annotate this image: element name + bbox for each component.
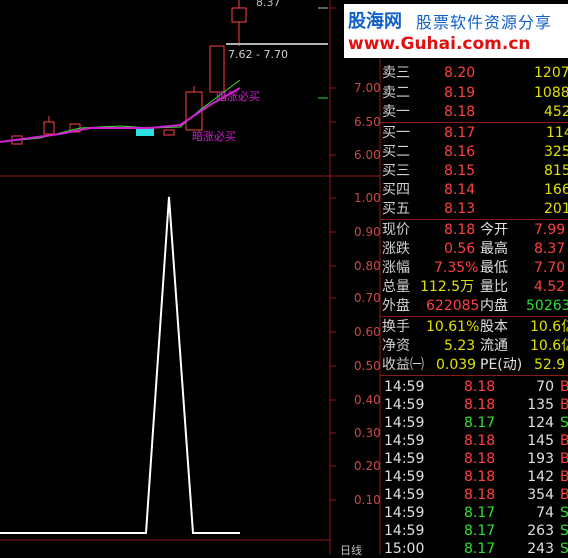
watermark-brand: 股海网 [348, 11, 402, 32]
bid-row[interactable]: 买二 8.16 325 [380, 143, 568, 162]
tick-price: 8.17 [464, 415, 496, 431]
stat-row: 收益㈠ 0.039 PE(动) 52.9 [382, 357, 566, 373]
tick-time: 14:59 [384, 523, 425, 539]
stat-row: 外盘 622085 内盘 502637 [382, 298, 568, 314]
tick-side: S [560, 415, 568, 431]
tick-volume: 142 [527, 469, 554, 485]
tick-row[interactable]: 14:59 8.18 145 B [380, 432, 568, 450]
tick-side: B [560, 397, 568, 413]
price-axis-label: 8.37 [256, 0, 281, 9]
tick-price: 8.18 [464, 451, 496, 467]
tick-side: S [560, 523, 568, 539]
candle [136, 128, 154, 136]
tick-row[interactable]: 14:59 8.18 135 B [380, 396, 568, 414]
stat-row: 现价 8.18 今开 7.99 [382, 222, 566, 238]
tick-time: 14:59 [384, 487, 425, 503]
indicator-axis-label: 0.40 [354, 393, 381, 407]
tick-row[interactable]: 15:00 8.17 243 S [380, 540, 568, 558]
range-annotation: 7.62 - 7.70 [228, 48, 288, 61]
tick-side: S [560, 505, 568, 521]
indicator-axis-label: 0.60 [354, 325, 381, 339]
tick-volume: 354 [527, 487, 554, 503]
signal-label: 暗涨必买 [192, 130, 236, 143]
watermark: 股海网 股票软件资源分享 www.Guhai.com.cn [344, 4, 568, 58]
tick-row[interactable]: 14:59 8.18 193 B [380, 450, 568, 468]
tick-price: 8.18 [464, 397, 496, 413]
stat-row: 净资 5.23 流通 10.6亿 [382, 338, 568, 354]
tick-volume: 263 [527, 523, 554, 539]
signal-label: 暗涨必买 [216, 90, 260, 103]
indicator-axis-label: 0.90 [354, 225, 381, 239]
tick-row[interactable]: 14:59 8.18 142 B [380, 468, 568, 486]
tick-price: 8.17 [464, 505, 496, 521]
tick-side: B [560, 487, 568, 503]
tick-side: B [560, 451, 568, 467]
tick-row[interactable]: 14:59 8.17 263 S [380, 522, 568, 540]
tick-time: 14:59 [384, 451, 425, 467]
tick-volume: 74 [536, 505, 554, 521]
bid-row[interactable]: 买四 8.14 166 [380, 181, 568, 200]
tick-row[interactable]: 14:59 8.17 74 S [380, 504, 568, 522]
stat-row: 换手 10.61% 股本 10.6亿 [382, 319, 568, 335]
tick-time: 14:59 [384, 397, 425, 413]
stat-row: 涨跌 0.56 最高 8.37 [382, 241, 566, 257]
period-tab-daily[interactable]: 日线 [340, 542, 362, 558]
candlesticks [11, 0, 247, 145]
candle [209, 45, 225, 93]
quote-panel: 卖三 8.20 1207 卖二 8.19 1088 卖一 8.18 452 买一… [380, 58, 568, 557]
tick-time: 14:59 [384, 415, 425, 431]
tick-side: B [560, 379, 568, 395]
indicator-axis-label: 0.20 [354, 459, 381, 473]
price-axis-label: 7.00 [354, 81, 381, 95]
indicator-axis-label: 0.70 [354, 291, 381, 305]
tick-side: B [560, 433, 568, 449]
ask-row[interactable]: 卖二 8.19 1088 [380, 84, 568, 103]
tick-price: 8.17 [464, 541, 496, 557]
tick-row[interactable]: 14:59 8.17 124 S [380, 414, 568, 432]
stat-row: 总量 112.5万 量比 4.52 [382, 279, 566, 295]
tick-price: 8.18 [464, 433, 496, 449]
tick-price: 8.17 [464, 523, 496, 539]
ask-row[interactable]: 卖三 8.20 1207 [380, 64, 568, 83]
tick-time: 14:59 [384, 433, 425, 449]
tick-price: 8.18 [464, 469, 496, 485]
indicator-axis-label: 0.80 [354, 259, 381, 273]
tick-volume: 135 [527, 397, 554, 413]
candle [163, 129, 175, 136]
tick-side: B [560, 469, 568, 485]
tick-row[interactable]: 14:59 8.18 70 B [380, 378, 568, 396]
tick-time: 14:59 [384, 505, 425, 521]
indicator-axis-label: 0.30 [354, 426, 381, 440]
tick-time: 14:59 [384, 379, 425, 395]
indicator-axis-label: 0.10 [354, 493, 381, 507]
tick-volume: 243 [527, 541, 554, 557]
tick-time: 14:59 [384, 469, 425, 485]
indicator-axis-label: 1.00 [354, 191, 381, 205]
tick-price: 8.18 [464, 487, 496, 503]
watermark-slogan: 股票软件资源分享 [416, 13, 553, 32]
tick-row[interactable]: 14:59 8.18 354 B [380, 486, 568, 504]
price-axis-label: 6.50 [354, 115, 381, 129]
tick-price: 8.18 [464, 379, 496, 395]
ask-row[interactable]: 卖一 8.18 452 [380, 103, 568, 122]
tick-volume: 145 [527, 433, 554, 449]
candle [231, 7, 247, 23]
tick-volume: 193 [527, 451, 554, 467]
bid-row[interactable]: 买五 8.13 201 [380, 200, 568, 219]
bid-row[interactable]: 买一 8.17 114 [380, 124, 568, 143]
tick-time: 15:00 [384, 541, 425, 557]
tick-volume: 124 [527, 415, 554, 431]
indicator-line [0, 196, 240, 534]
tick-volume: 70 [536, 379, 554, 395]
price-axis-label: 6.00 [354, 148, 381, 162]
stat-row: 涨幅 7.35% 最低 7.70 [382, 260, 566, 276]
tick-side: S [560, 541, 568, 557]
bid-row[interactable]: 买三 8.15 815 [380, 162, 568, 181]
watermark-url: www.Guhai.com.cn [348, 34, 531, 54]
candle [43, 121, 55, 135]
indicator-axis-label: 0.50 [354, 359, 381, 373]
